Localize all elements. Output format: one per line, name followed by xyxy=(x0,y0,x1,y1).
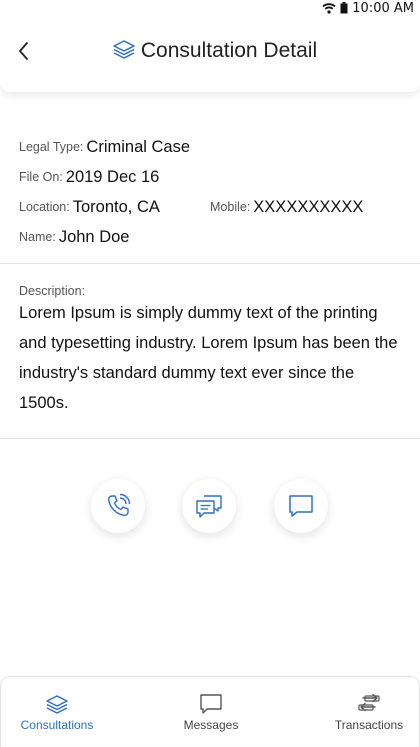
page-title: Consultation Detail xyxy=(140,39,318,62)
nav-label-transactions: Transactions xyxy=(334,718,404,732)
layers-icon xyxy=(46,695,68,714)
name-label: Name: xyxy=(19,230,56,244)
divider xyxy=(0,438,420,439)
description-label: Description: xyxy=(19,284,85,298)
message-icon xyxy=(200,694,222,714)
battery-icon xyxy=(340,2,348,14)
mobile-value: XXXXXXXXXX xyxy=(253,197,364,216)
message-icon xyxy=(289,495,313,517)
chat-button[interactable] xyxy=(182,479,236,533)
file-on-value: 2019 Dec 16 xyxy=(65,167,160,186)
location-label: Location: xyxy=(19,200,70,214)
status-time: 10:00 AM xyxy=(352,0,414,16)
location-row: Location: Toronto, CA Mobile: XXXXXXXXXX xyxy=(19,192,409,222)
file-on-label: File On: xyxy=(19,170,63,184)
status-bar: 10:00 AM xyxy=(0,0,420,16)
legal-type-value: Criminal Case xyxy=(86,137,191,156)
title-wrap: Consultation Detail xyxy=(0,16,420,86)
name-row: Name: John Doe xyxy=(19,222,409,252)
location-value: Toronto, CA xyxy=(72,197,160,216)
legal-type-row: Legal Type: Criminal Case xyxy=(19,132,409,162)
description-section: Description: Lorem Ipsum is simply dummy… xyxy=(19,284,404,418)
header: Consultation Detail xyxy=(0,16,420,92)
mobile-label: Mobile: xyxy=(210,200,251,214)
nav-label-messages: Messages xyxy=(183,718,239,732)
message-button[interactable] xyxy=(274,479,328,533)
mobile-pair: Mobile: XXXXXXXXXX xyxy=(210,198,363,217)
nav-item-consultations[interactable]: Consultations xyxy=(0,693,117,743)
nav-label-consultations: Consultations xyxy=(20,718,94,732)
consultation-details: Legal Type: Criminal Case File On: 2019 … xyxy=(19,132,409,252)
name-value: John Doe xyxy=(58,227,130,246)
divider xyxy=(0,263,420,264)
wifi-icon xyxy=(322,2,336,14)
bottom-nav: Consultations Messages Transactions xyxy=(0,676,420,747)
chat-bubbles-icon xyxy=(196,495,222,518)
call-button[interactable] xyxy=(91,479,145,533)
phone-icon xyxy=(107,493,131,517)
transfer-icon xyxy=(358,693,380,712)
nav-item-messages[interactable]: Messages xyxy=(151,693,271,743)
action-buttons xyxy=(0,479,420,539)
layers-icon xyxy=(111,38,137,64)
nav-item-transactions[interactable]: Transactions xyxy=(309,693,420,743)
file-on-row: File On: 2019 Dec 16 xyxy=(19,162,409,192)
description-text: Lorem Ipsum is simply dummy text of the … xyxy=(19,304,398,412)
legal-type-label: Legal Type: xyxy=(19,140,84,154)
